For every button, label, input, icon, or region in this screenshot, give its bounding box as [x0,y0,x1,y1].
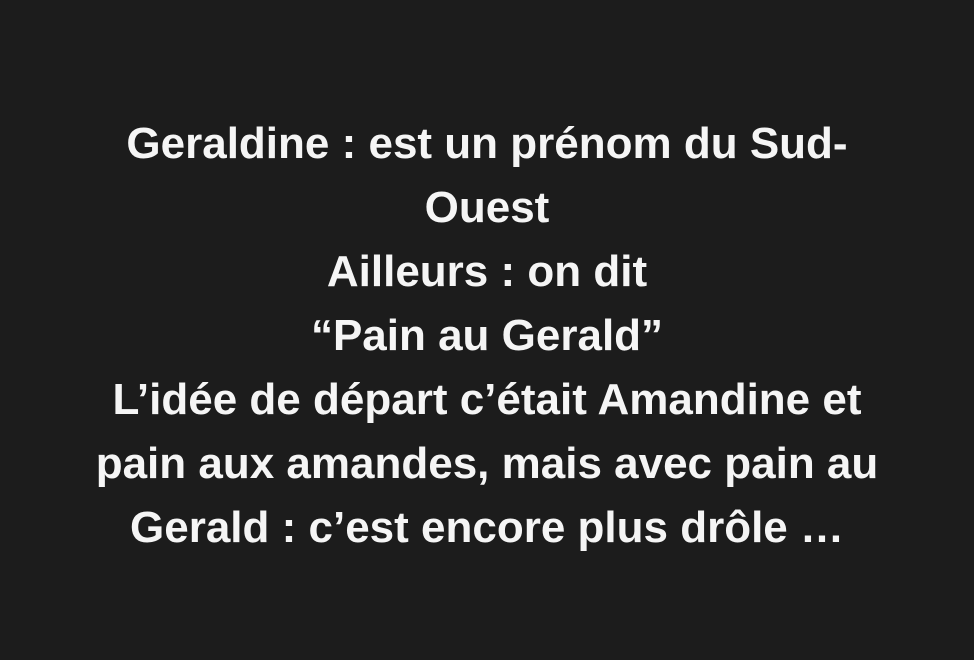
text-post-canvas: Geraldine : est un prénom du Sud- Ouest … [0,0,974,660]
message-line: “Pain au Gerald” [310,311,664,360]
message-line: Gerald : c’est encore plus drôle … [130,503,844,552]
message-line: Ouest [424,183,550,232]
message-line: L’idée de départ c’était Amandine et [112,375,862,424]
message-text: Geraldine : est un prénom du Sud- Ouest … [37,112,937,560]
message-line: Ailleurs : on dit [326,247,648,296]
message-line: pain aux amandes, mais avec pain au [95,439,879,488]
message-line: Geraldine : est un prénom du Sud- [126,119,848,168]
